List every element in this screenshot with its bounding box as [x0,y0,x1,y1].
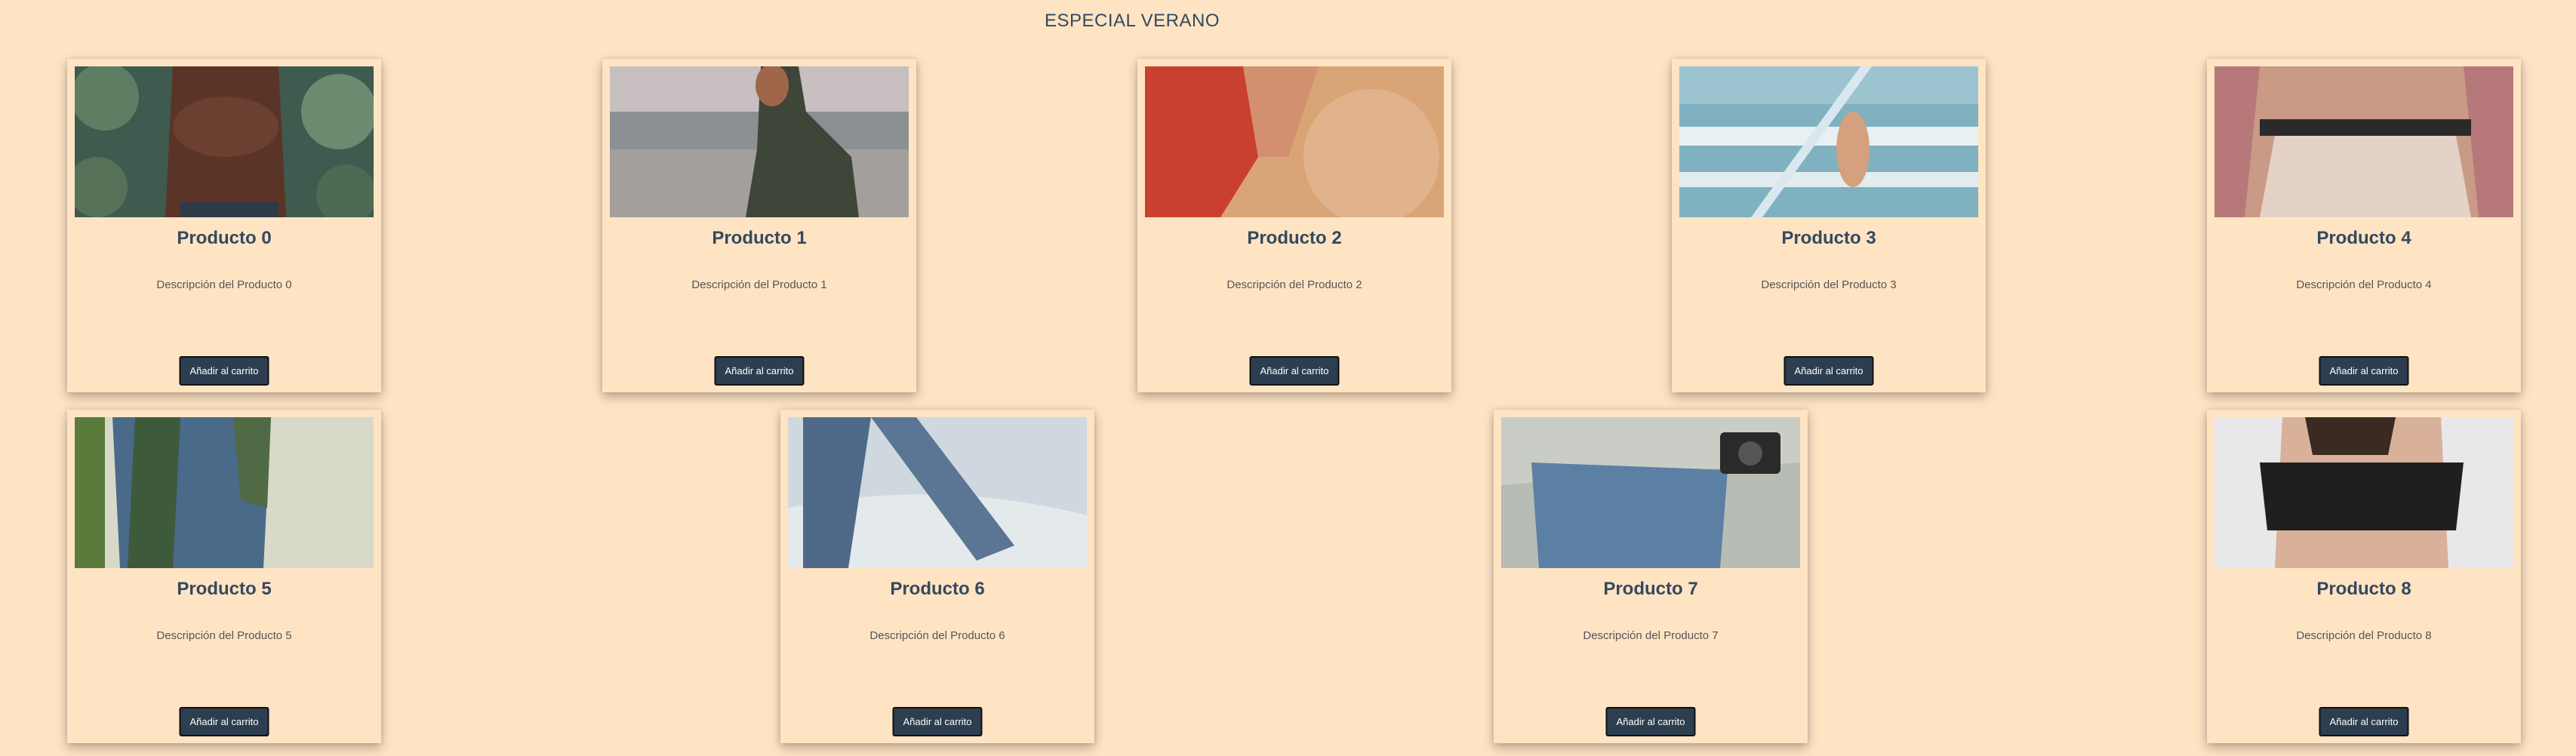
product-image [788,417,1087,568]
product-description: Descripción del Producto 2 [1226,278,1362,291]
product-card: Producto 0 Descripción del Producto 0 Añ… [67,59,381,392]
product-name: Producto 1 [712,228,807,248]
product-image [75,66,374,217]
product-description: Descripción del Producto 3 [1761,278,1897,291]
product-image [1501,417,1800,568]
product-image [1145,66,1444,217]
product-description: Descripción del Producto 6 [869,629,1005,642]
product-image [2214,66,2513,217]
product-description: Descripción del Producto 4 [2296,278,2432,291]
product-name: Producto 7 [1603,579,1698,599]
product-card: Producto 2 Descripción del Producto 2 Añ… [1137,59,1451,392]
product-description: Descripción del Producto 1 [691,278,827,291]
product-card: Producto 3 Descripción del Producto 3 Añ… [1672,59,1986,392]
add-to-cart-button[interactable]: Añadir al carrito [1605,707,1696,736]
product-image [1679,66,1978,217]
product-card: Producto 1 Descripción del Producto 1 Añ… [602,59,916,392]
product-description: Descripción del Producto 0 [156,278,292,291]
product-card: Producto 6 Descripción del Producto 6 Añ… [780,410,1094,743]
product-card: Producto 8 Descripción del Producto 8 Añ… [2207,410,2521,743]
product-card: Producto 7 Descripción del Producto 7 Añ… [1494,410,1808,743]
product-name: Producto 0 [177,228,272,248]
product-name: Producto 8 [2316,579,2411,599]
product-image [75,417,374,568]
add-to-cart-button[interactable]: Añadir al carrito [1784,356,1874,386]
add-to-cart-button[interactable]: Añadir al carrito [1249,356,1340,386]
product-name: Producto 4 [2316,228,2411,248]
product-name: Producto 2 [1247,228,1342,248]
product-name: Producto 5 [177,579,272,599]
add-to-cart-button[interactable]: Añadir al carrito [892,707,983,736]
add-to-cart-button[interactable]: Añadir al carrito [2319,707,2409,736]
product-description: Descripción del Producto 8 [2296,629,2432,642]
product-image [2214,417,2513,568]
product-image [610,66,909,217]
product-name: Producto 6 [890,579,985,599]
product-description: Descripción del Producto 7 [1583,629,1719,642]
product-description: Descripción del Producto 5 [156,629,292,642]
add-to-cart-button[interactable]: Añadir al carrito [714,356,805,386]
product-name: Producto 3 [1781,228,1876,248]
product-card: Producto 4 Descripción del Producto 4 Añ… [2207,59,2521,392]
add-to-cart-button[interactable]: Añadir al carrito [179,707,269,736]
product-card: Producto 5 Descripción del Producto 5 Añ… [67,410,381,743]
product-grid: Producto 0 Descripción del Producto 0 Añ… [0,0,2576,756]
add-to-cart-button[interactable]: Añadir al carrito [2319,356,2409,386]
add-to-cart-button[interactable]: Añadir al carrito [179,356,269,386]
